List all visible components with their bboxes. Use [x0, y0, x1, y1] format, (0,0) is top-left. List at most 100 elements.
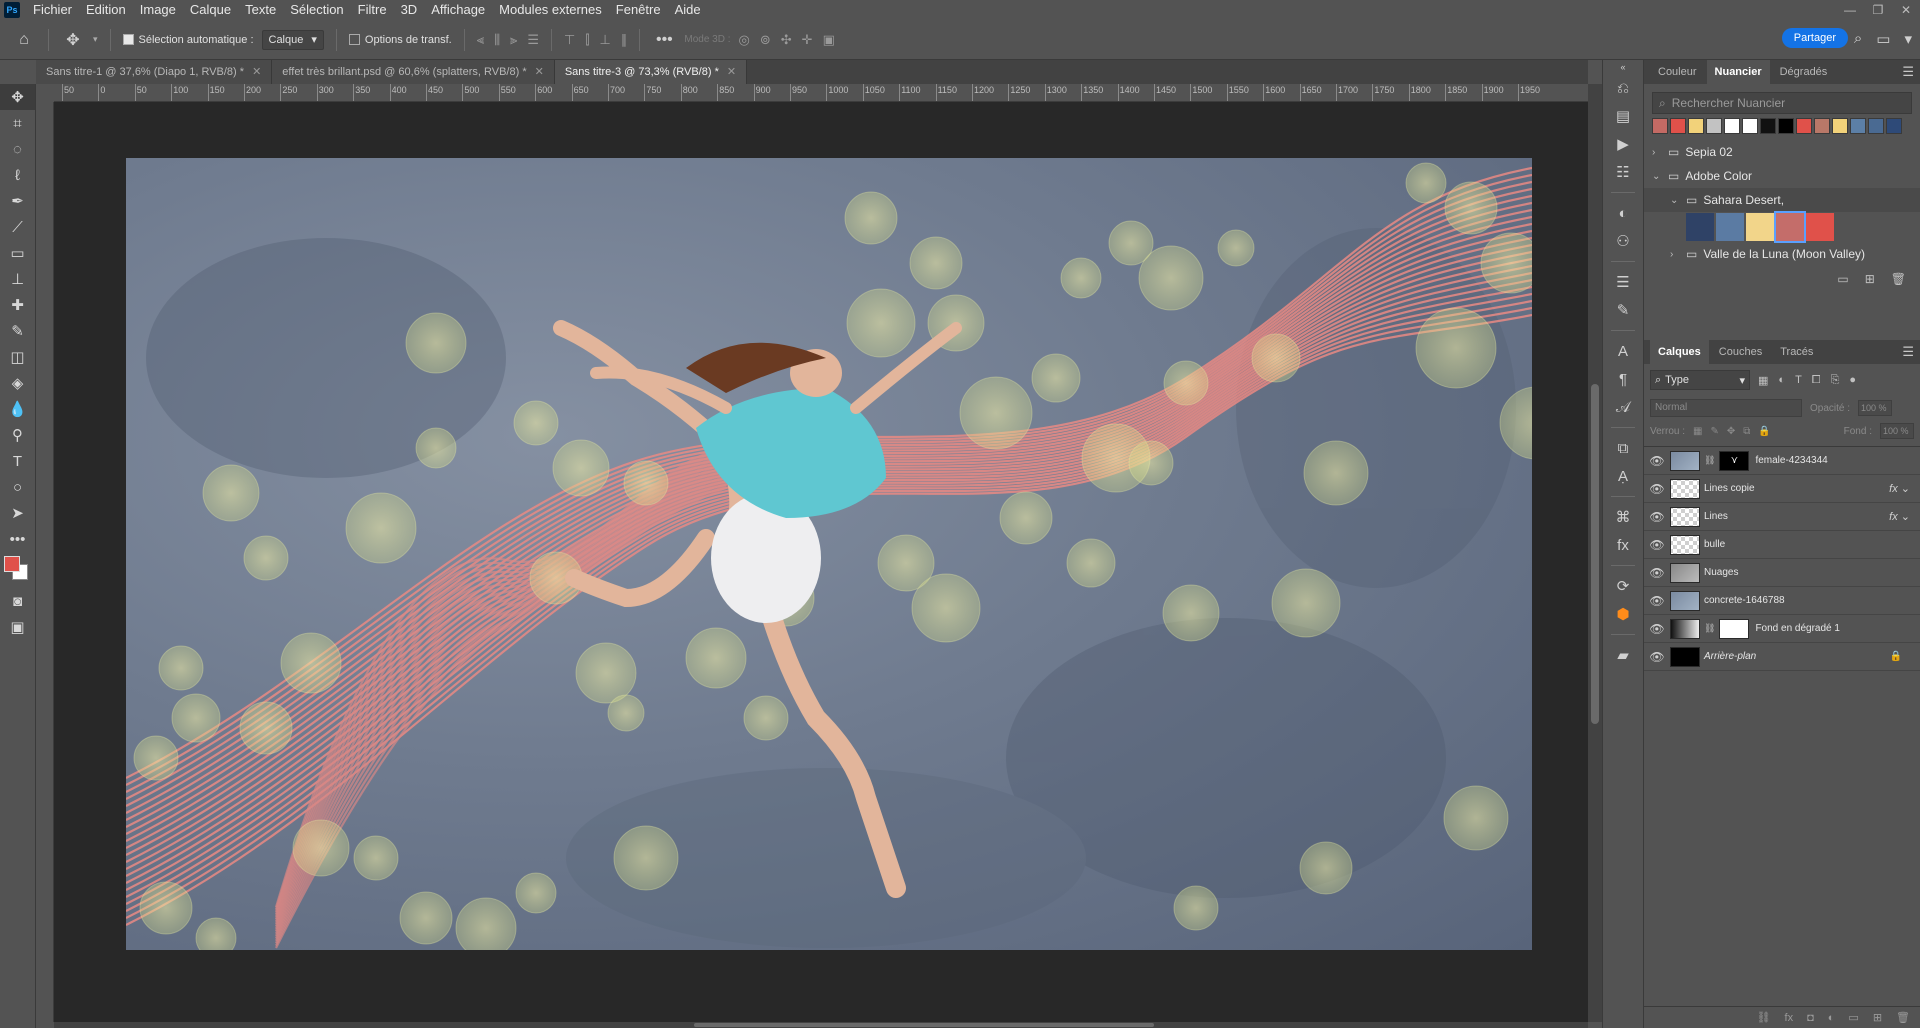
image-filter-icon[interactable]: ▦ [1758, 374, 1768, 387]
eraser-tool-icon[interactable]: ◫ [0, 344, 35, 370]
align-top-icon[interactable]: ⊤ [564, 32, 575, 48]
actions-icon[interactable]: ▶ [1603, 130, 1643, 158]
tab-calques[interactable]: Calques [1650, 340, 1709, 364]
swatch-group-sahara[interactable]: ⌄ ▭ Sahara Desert, [1644, 188, 1920, 212]
color-swatch[interactable] [1686, 213, 1714, 241]
ruler-tool-icon[interactable]: ▭ [0, 240, 35, 266]
stamp-tool-icon[interactable]: ⊥ [0, 266, 35, 292]
scroll-thumb[interactable] [694, 1023, 1154, 1027]
canvas-area[interactable] [54, 102, 1588, 1022]
styles-fx-icon[interactable]: fx [1603, 531, 1643, 559]
layer-mask-thumbnail[interactable] [1719, 618, 1750, 639]
swatch-search-input[interactable]: ⌕ Rechercher Nuancier [1652, 92, 1912, 114]
menu-selection[interactable]: Sélection [283, 0, 350, 20]
menu-affichage[interactable]: Affichage [424, 0, 492, 20]
brush-settings-icon[interactable]: ☰ [1603, 268, 1643, 296]
color-swatch[interactable] [1796, 118, 1812, 134]
color-swatch[interactable] [1652, 118, 1668, 134]
trash-icon[interactable]: 🗑 [1891, 272, 1906, 286]
history-icon[interactable]: ⎌ [1603, 74, 1643, 102]
color-icon[interactable]: ◐ [1603, 199, 1643, 227]
layer-row[interactable]: 👁 Arrière-plan 🔒 [1644, 643, 1920, 671]
layer-row[interactable]: 👁 Lines copie fx ⌄ [1644, 475, 1920, 503]
orbit-3d-icon[interactable]: ◎ [739, 32, 750, 48]
menu-modules-externes[interactable]: Modules externes [492, 0, 609, 20]
lock-pixels-icon[interactable]: ✎ [1710, 426, 1718, 437]
color-swatch[interactable] [1670, 118, 1686, 134]
more-options-icon[interactable]: ••• [652, 31, 676, 49]
distribute-h-icon[interactable]: ☰ [527, 32, 539, 48]
restore-icon[interactable]: ❐ [1864, 3, 1892, 17]
menu-image[interactable]: Image [133, 0, 183, 20]
distribute-v-icon[interactable]: ∥ [621, 32, 628, 48]
layer-row[interactable]: 👁 bulle [1644, 531, 1920, 559]
menu-fichier[interactable]: Fichier [26, 0, 79, 20]
align-right-icon[interactable]: ⫸ [510, 32, 517, 48]
type-filter-icon[interactable]: T [1795, 374, 1802, 387]
menu-fenetre[interactable]: Fenêtre [609, 0, 668, 20]
visibility-eye-icon[interactable]: 👁 [1644, 650, 1670, 664]
auto-select-checkbox[interactable]: Sélection automatique : [122, 34, 254, 46]
color-swatch[interactable] [1814, 118, 1830, 134]
visibility-eye-icon[interactable]: 👁 [1644, 566, 1670, 580]
new-group-icon[interactable]: ▭ [1848, 1011, 1858, 1024]
opacity-input[interactable]: 100 % [1858, 400, 1893, 416]
tab-document-3[interactable]: Sans titre-3 @ 73,3% (RVB/8) * ✕ [554, 60, 748, 84]
color-swatch[interactable] [1716, 213, 1744, 241]
more-tools-icon[interactable]: ••• [0, 526, 35, 552]
color-swatch[interactable] [1688, 118, 1704, 134]
trash-icon[interactable]: 🗑 [1896, 1011, 1910, 1024]
align-left-icon[interactable]: ⫷ [477, 32, 484, 48]
adjustment-layer-icon[interactable]: ◐ [1828, 1012, 1835, 1024]
layer-row[interactable]: 👁 ⛓ Fond en dégradé 1 [1644, 615, 1920, 643]
roll-3d-icon[interactable]: ⊚ [760, 32, 771, 48]
color-swatch[interactable] [1774, 211, 1806, 243]
paths-icon[interactable]: ⌘ [1603, 503, 1643, 531]
tab-nuancier[interactable]: Nuancier [1706, 60, 1770, 84]
visibility-eye-icon[interactable]: 👁 [1644, 622, 1670, 636]
scale-3d-icon[interactable]: ▣ [823, 32, 835, 48]
path-selection-icon[interactable]: ➤ [0, 500, 35, 526]
character-styles-icon[interactable]: Ạ [1603, 462, 1643, 490]
adjustment-filter-icon[interactable]: ◐ [1778, 374, 1785, 387]
auto-select-target-dropdown[interactable]: Calque ▾ [261, 29, 324, 50]
color-swatch[interactable] [1886, 118, 1902, 134]
slide-3d-icon[interactable]: ✛ [802, 32, 813, 48]
navigator-icon[interactable]: ▤ [1603, 102, 1643, 130]
layer-row[interactable]: 👁 Lines fx ⌄ [1644, 503, 1920, 531]
chevron-right-icon[interactable]: › [1670, 249, 1680, 260]
color-swatch[interactable] [1742, 118, 1758, 134]
character-icon[interactable]: A [1603, 337, 1643, 365]
lock-all-icon[interactable]: 🔒 [1758, 426, 1770, 437]
layer-row[interactable]: 👁 ⛓ ⋎ female-4234344 [1644, 447, 1920, 475]
color-swatch[interactable] [1868, 118, 1884, 134]
screen-mode-icon[interactable]: ▣ [0, 614, 35, 640]
layer-filter-dropdown[interactable]: ⌕ Type ▾ [1650, 370, 1750, 390]
glyphs-icon[interactable]: 𝒜 [1603, 393, 1643, 421]
move-tool-icon[interactable]: ✥ [0, 84, 35, 110]
color-swatch[interactable] [1850, 118, 1866, 134]
color-swatch[interactable] [1760, 118, 1776, 134]
lock-artboard-icon[interactable]: ⧉ [1743, 426, 1750, 437]
menu-texte[interactable]: Texte [238, 0, 283, 20]
properties-icon[interactable]: ⧉ [1603, 434, 1643, 462]
visibility-eye-icon[interactable]: 👁 [1644, 594, 1670, 608]
fill-input[interactable]: 100 % [1880, 423, 1914, 439]
share-button[interactable]: Partager [1781, 28, 1848, 48]
lock-position-icon[interactable]: ✥ [1727, 426, 1735, 437]
elliptical-marquee-icon[interactable]: ◌ [0, 136, 35, 162]
foreground-color-swatch[interactable] [4, 556, 20, 572]
pen-tool-icon[interactable]: ✒ [0, 188, 35, 214]
color-swatch[interactable] [1832, 118, 1848, 134]
menu-calque[interactable]: Calque [183, 0, 238, 20]
smart-object-filter-icon[interactable]: ⎘ [1831, 374, 1840, 387]
clone-source-icon[interactable]: ⚇ [1603, 227, 1643, 255]
lasso-tool-icon[interactable]: ℓ [0, 162, 35, 188]
fx-icon[interactable]: fx [1785, 1012, 1794, 1024]
tab-document-1[interactable]: Sans titre-1 @ 37,6% (Diapo 1, RVB/8) * ✕ [36, 60, 273, 84]
horizontal-scrollbar[interactable] [54, 1022, 1588, 1028]
mask-link-icon[interactable]: ⛓ [1704, 455, 1715, 466]
new-layer-icon[interactable]: ⊞ [1873, 1011, 1882, 1024]
chevron-down-icon[interactable]: ▾ [1904, 30, 1912, 48]
visibility-eye-icon[interactable]: 👁 [1644, 510, 1670, 524]
